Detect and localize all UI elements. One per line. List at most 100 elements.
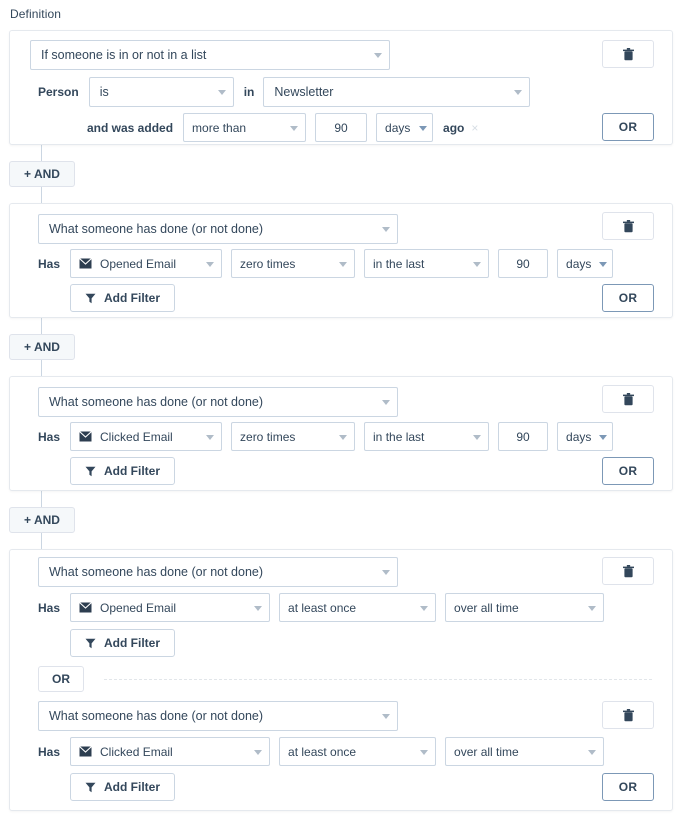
group2-delete-button[interactable]	[602, 212, 654, 240]
chevron-down-icon	[473, 434, 482, 440]
group4a-type-select[interactable]: What someone has done (or not done)	[38, 557, 398, 587]
group4-or-label: OR	[618, 780, 638, 794]
group1-or-label: OR	[618, 120, 638, 134]
chevron-down-icon	[473, 261, 482, 267]
group3-timeframe-select[interactable]: in the last	[364, 422, 490, 451]
group3-add-filter-label: Add Filter	[104, 464, 160, 478]
add-and-button-1[interactable]: + AND	[9, 161, 75, 187]
group4b-has-label: Has	[38, 744, 61, 759]
trash-icon	[622, 708, 634, 721]
group4-or-divider: OR	[38, 666, 652, 692]
group2-add-filter-label: Add Filter	[104, 291, 160, 305]
group1-person-operator-select[interactable]: is	[88, 77, 234, 107]
group2-add-filter-button[interactable]: Add Filter	[70, 284, 175, 312]
group1-clear-icon[interactable]: ×	[471, 122, 478, 134]
chevron-down-icon	[254, 605, 263, 611]
group4b-event-select[interactable]: Clicked Email	[70, 737, 271, 766]
group2-type-select[interactable]: What someone has done (or not done)	[38, 214, 398, 244]
group2-event-select[interactable]: Opened Email	[70, 249, 223, 278]
trash-icon	[622, 392, 634, 405]
group3-unit-select[interactable]: days	[557, 422, 614, 451]
group4a-has-label: Has	[38, 600, 61, 615]
chevron-down-icon	[588, 605, 597, 611]
funnel-icon	[85, 293, 96, 303]
group4-or-divider-button[interactable]: OR	[38, 666, 84, 692]
group4-or-button[interactable]: OR	[602, 773, 654, 801]
group3-or-label: OR	[618, 464, 638, 478]
group1-type-row: If someone is in or not in a list	[30, 40, 390, 70]
group3-add-filter-button[interactable]: Add Filter	[70, 457, 175, 485]
chevron-down-icon	[217, 90, 226, 95]
chevron-down-icon	[339, 434, 348, 440]
mail-event-icon	[79, 602, 92, 613]
group1-delete-button[interactable]	[602, 40, 654, 68]
group2-amount-input[interactable]: 90	[498, 249, 549, 278]
trash-icon	[622, 219, 634, 232]
group4a-add-filter-button[interactable]: Add Filter	[70, 629, 175, 657]
mail-event-icon	[79, 431, 92, 442]
funnel-icon	[85, 638, 96, 648]
chevron-down-icon	[290, 125, 299, 131]
group1-added-label: and was added	[87, 120, 174, 135]
trash-icon	[622, 47, 634, 60]
group3-type-row: What someone has done (or not done)	[38, 387, 398, 417]
group3-has-label: Has	[38, 429, 61, 444]
group1-list-select[interactable]: Newsletter	[263, 77, 531, 107]
group1-or-button[interactable]: OR	[602, 113, 654, 141]
group1-amount-input[interactable]: 90	[315, 113, 368, 142]
group4a-timeframe-select[interactable]: over all time	[445, 593, 605, 622]
group1-joiner-label: in	[243, 85, 255, 99]
group4a-delete-button[interactable]	[602, 557, 654, 585]
group2-or-label: OR	[618, 291, 638, 305]
page-title: Definition	[10, 7, 62, 21]
group3-or-button[interactable]: OR	[602, 457, 654, 485]
group2-type-row: What someone has done (or not done)	[38, 214, 398, 244]
group2-has-row: Has Opened Email zero times in the last …	[38, 249, 614, 278]
group1-unit-select[interactable]: days	[376, 113, 434, 142]
group2-unit-select[interactable]: days	[557, 249, 614, 278]
add-and-button-2[interactable]: + AND	[9, 334, 75, 360]
mail-event-icon	[79, 746, 92, 757]
group1-added-row: and was added more than 90 days ago ×	[87, 113, 478, 142]
group4b-frequency-select[interactable]: at least once	[279, 737, 437, 766]
group1-type-select[interactable]: If someone is in or not in a list	[30, 40, 390, 70]
group2-frequency-select[interactable]: zero times	[231, 249, 356, 278]
group3-frequency-select[interactable]: zero times	[231, 422, 356, 451]
group3-event-select[interactable]: Clicked Email	[70, 422, 223, 451]
group3-amount-input[interactable]: 90	[498, 422, 549, 451]
chevron-down-icon	[514, 90, 523, 95]
group4b-add-filter-button[interactable]: Add Filter	[70, 773, 175, 801]
group3-has-row: Has Clicked Email zero times in the last…	[38, 422, 614, 451]
group4a-add-filter-label: Add Filter	[104, 636, 160, 650]
group1-person-label: Person	[38, 85, 79, 99]
group2-has-label: Has	[38, 256, 61, 271]
group1-person-row: Person is in Newsletter	[38, 77, 531, 107]
funnel-icon	[85, 782, 96, 792]
group4a-has-row: Has Opened Email at least once over all …	[38, 593, 605, 622]
condition-group-1: If someone is in or not in a list Person…	[9, 30, 673, 145]
mail-event-icon	[79, 258, 92, 269]
group2-or-button[interactable]: OR	[602, 284, 654, 312]
group4b-timeframe-select[interactable]: over all time	[445, 737, 605, 766]
chevron-down-icon	[420, 605, 429, 611]
trash-icon	[622, 564, 634, 577]
condition-group-3: What someone has done (or not done) Has …	[9, 376, 673, 491]
group4b-type-select[interactable]: What someone has done (or not done)	[38, 701, 398, 731]
group1-comparator-select[interactable]: more than	[183, 113, 307, 142]
group3-delete-button[interactable]	[602, 385, 654, 413]
group3-type-select[interactable]: What someone has done (or not done)	[38, 387, 398, 417]
group4b-delete-button[interactable]	[602, 701, 654, 729]
group2-timeframe-select[interactable]: in the last	[364, 249, 490, 278]
chevron-down-icon	[599, 434, 608, 440]
segment-definition-builder: Definition If someone is in or not in a …	[0, 0, 682, 817]
chevron-down-icon	[419, 125, 428, 131]
group1-ago-label: ago	[443, 120, 465, 135]
add-and-button-3[interactable]: + AND	[9, 507, 75, 533]
group4b-type-row: What someone has done (or not done)	[38, 701, 398, 731]
group4a-event-select[interactable]: Opened Email	[70, 593, 271, 622]
chevron-down-icon	[382, 714, 390, 719]
condition-group-2: What someone has done (or not done) Has …	[9, 203, 673, 318]
group4a-frequency-select[interactable]: at least once	[279, 593, 437, 622]
chevron-down-icon	[206, 261, 215, 267]
chevron-down-icon	[254, 749, 263, 755]
